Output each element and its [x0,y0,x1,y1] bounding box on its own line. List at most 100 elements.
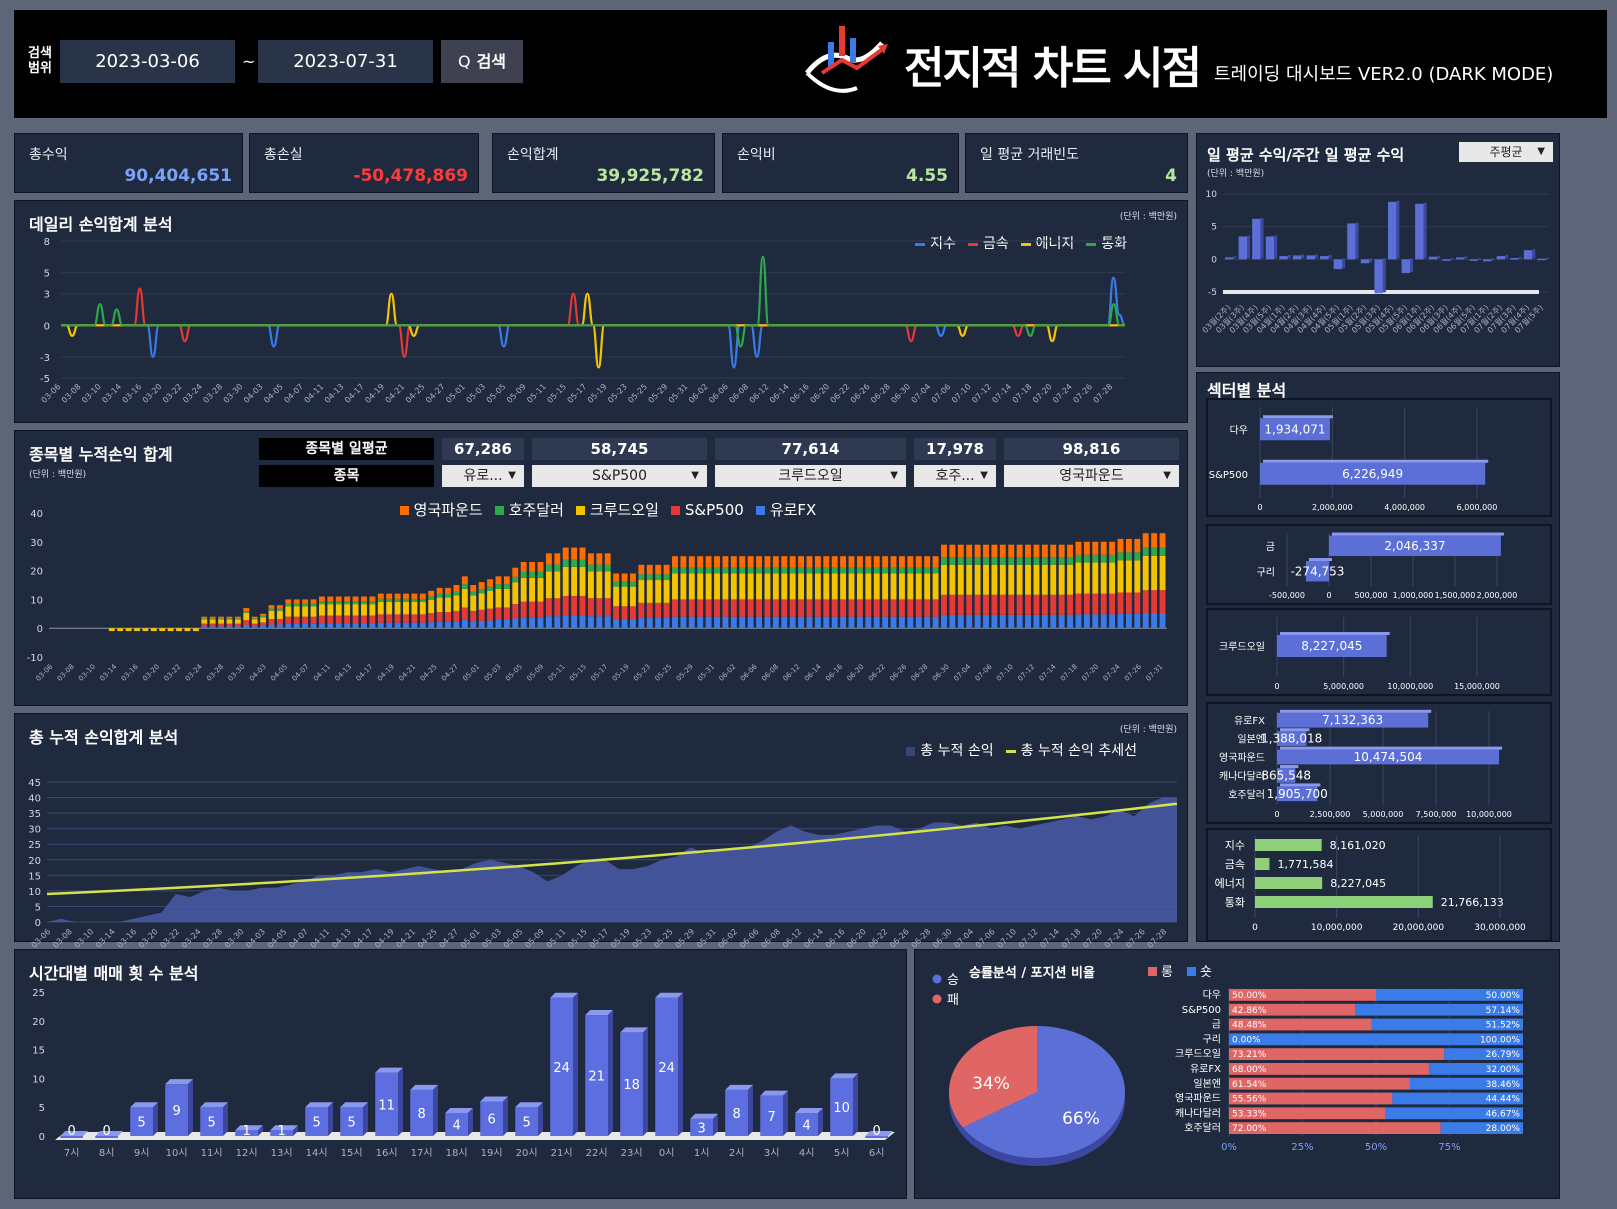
bar-segment [756,616,762,629]
sector-panel: 섹터별 분석 0 2,000,000 4,000,000 6,000,000 다우 1,9… [1196,372,1560,942]
bar-segment [554,564,561,572]
search-button[interactable]: Q 검색 [441,40,523,83]
bar-segment [789,556,796,567]
bar-side [1247,235,1251,259]
bar-segment [890,599,897,617]
x-tick-label: 05-19 [609,927,632,950]
bar-segment [1142,555,1149,591]
x-tick-label: 20시 [516,1147,538,1159]
x-tick-label: 10시 [166,1147,188,1159]
x-tick-label: 0% [1221,1142,1237,1153]
bar-segment [983,594,989,615]
x-tick-label: 06-14 [803,662,823,682]
x-tick-label: 04-19 [373,927,396,950]
bar-segment [487,586,493,591]
x-tick-label: 05-15 [566,927,589,950]
bar-top [1263,459,1489,463]
bar-value-label: 10 [833,1101,850,1116]
date-to-field[interactable]: 2023-07-31 [258,40,433,83]
bar-segment [1050,557,1057,565]
x-tick-label: 05-23 [632,663,652,683]
kpi-card: 총수익 90,404,651 [14,133,243,193]
bar-segment [714,573,720,600]
y-tick-label: 30 [28,825,41,836]
bar-segment [856,616,863,629]
bar-segment [529,571,536,578]
x-tick-label: 04-07 [287,927,310,950]
bar-segment [436,621,443,629]
y-tick-label: 10 [1206,190,1218,200]
x-tick-label: 05-29 [675,663,695,683]
bar-segment [571,595,578,616]
bar-segment [1083,541,1090,555]
bar-segment [386,601,393,615]
bar-segment [369,615,376,624]
kpi-label: 손익합계 [507,147,559,163]
kpi-value: 4.55 [906,166,948,186]
x-tick-label: 07-18 [1060,927,1083,950]
x-tick-label: 04-07 [291,663,311,683]
bar-segment [495,588,502,608]
x-tick-label: 07-20 [1031,382,1054,405]
bar-segment [1109,562,1116,594]
kpi-label: 손익비 [737,147,776,163]
bar-segment [672,573,678,600]
x-tick-label: 19시 [481,1147,503,1159]
y-category-label: 금 [1266,541,1275,553]
x-tick-label: 03-22 [158,927,181,950]
bar-segment [604,564,611,572]
x-tick-label: 06-20 [845,927,868,950]
bar-segment [621,619,628,629]
y-category-label: 유로FX [1190,1063,1221,1075]
bar-segment [512,567,519,577]
y-tick-label: 0 [37,624,43,635]
bar-segment [478,609,485,621]
x-tick-label: 06-12 [781,663,801,683]
bar-segment [201,623,208,627]
bar-segment [747,599,754,617]
bar-segment [772,573,779,600]
bar-side [363,1102,368,1136]
bar-segment [1041,614,1048,629]
y-category-label: 캐나다달러 [1175,1107,1221,1119]
bar-segment [453,621,460,629]
bar-segment [520,601,527,618]
bar-segment [663,618,670,629]
bar-segment [697,556,704,567]
date-from-field[interactable]: 2023-03-06 [60,40,235,83]
bar-segment [1067,614,1074,629]
x-tick-label: 06-02 [716,927,739,950]
x-tick-label: 07-12 [1016,663,1036,683]
bar-segment [957,557,964,565]
bar-side [1491,258,1495,261]
y-tick-label: 0 [44,321,50,332]
bar-segment [520,571,527,578]
bar-segment [848,556,855,567]
y-tick-label: 3 [44,290,50,301]
bar [1265,236,1275,260]
search-range-label: 검색 범위 [28,46,52,76]
bar-segment [873,556,880,567]
x-tick-label: 06-30 [931,927,954,950]
bar-segment [268,605,275,609]
winrate-charts: 승패 66% 34% 롱 숏 0% 25% 50% 75% 다우 50.00% 50.00% S&P50… [932,965,1523,1166]
date-separator: ~ [242,52,256,71]
x-tick-label: 03-14 [94,927,117,950]
x-tick-label: 0시 [659,1147,675,1159]
bar-segment [798,599,805,617]
x-tick-label: 05-01 [444,382,467,405]
bar-segment [663,602,670,619]
bar-value-label: 55.56% [1232,1095,1267,1105]
bar-segment [419,598,426,602]
bar-segment [899,599,905,617]
bar-value-label: 48.48% [1232,1021,1267,1031]
bar-segment [234,618,241,620]
bar-segment [806,616,813,629]
bar-segment [899,567,905,574]
bar-side [1505,255,1509,259]
bar-segment [310,603,317,607]
bar-segment [924,556,931,567]
bar-segment [587,598,594,617]
bar-segment [949,564,956,595]
bar-segment [672,599,678,617]
